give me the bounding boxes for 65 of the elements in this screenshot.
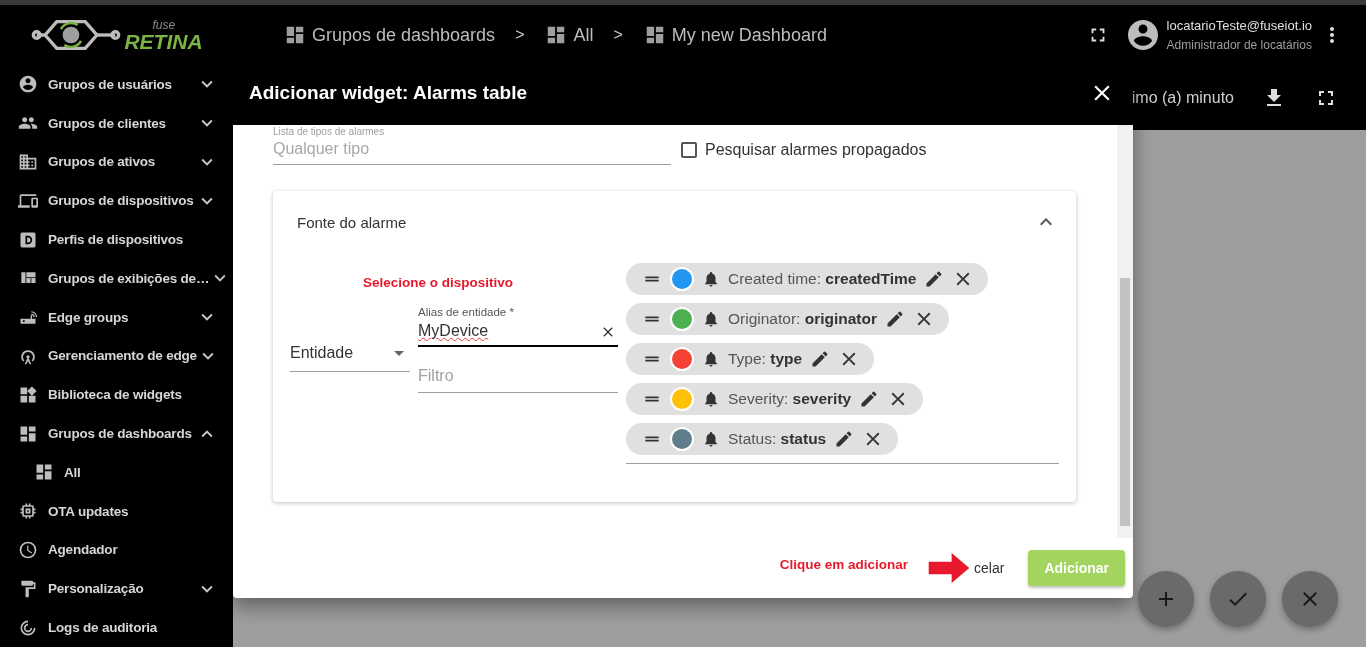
color-dot[interactable] xyxy=(670,347,694,371)
data-key-chip[interactable]: Type: type xyxy=(626,343,875,375)
scrollbar[interactable] xyxy=(1117,125,1133,538)
sidebar-item[interactable]: Perfis de dispositivos xyxy=(0,220,233,259)
sidebar-item[interactable]: OTA updates xyxy=(0,491,233,531)
bell-icon xyxy=(702,390,720,408)
dropdown-caret-icon xyxy=(394,350,404,356)
sidebar-item[interactable]: Grupos de usuários xyxy=(0,65,233,104)
sidebar-item[interactable]: Grupos de ativos xyxy=(0,142,233,182)
user-role: Administrador de locatários xyxy=(1166,38,1312,52)
checkbox-label[interactable]: Pesquisar alarmes propagados xyxy=(705,141,927,159)
logo-title: RETINA xyxy=(124,30,203,52)
breadcrumb-link[interactable]: My new Dashboard xyxy=(671,24,827,46)
arrow-icon xyxy=(928,553,971,583)
data-key-label: Status: status xyxy=(728,430,827,448)
widgets-icon xyxy=(18,384,38,405)
color-dot[interactable] xyxy=(670,307,694,331)
data-key-chip[interactable]: Originator: originator xyxy=(626,303,949,335)
sidebar-item[interactable]: Grupos de clientes xyxy=(0,103,233,143)
clock-icon xyxy=(18,539,38,560)
sidebar-item[interactable]: Grupos de dispositivos xyxy=(0,181,233,221)
dashboard-icon xyxy=(284,24,306,46)
data-key-label: Severity: severity xyxy=(728,390,852,408)
color-dot[interactable] xyxy=(670,387,694,411)
annotation-text: Clique em adicionar xyxy=(779,556,909,572)
sidebar-item[interactable]: Edge groups xyxy=(0,297,233,337)
color-dot[interactable] xyxy=(670,427,694,451)
card-title: Fonte do alarme xyxy=(297,213,408,231)
breadcrumb-link[interactable]: All xyxy=(573,24,594,46)
annotation-text: Selecione o dispositivo xyxy=(362,275,515,290)
data-key-label: Originator: originator xyxy=(728,310,877,328)
data-key-chip[interactable]: Severity: severity xyxy=(626,383,924,415)
paint-roller-icon xyxy=(18,578,38,599)
sidebar-item[interactable]: Grupos de dashboards xyxy=(0,414,233,453)
chip-icon xyxy=(18,501,38,522)
sidebar-item[interactable]: Gerenciamento de edge xyxy=(0,336,233,376)
data-key-chip[interactable]: Status: status xyxy=(626,423,899,455)
user-email: locatarioTeste@fuseiot.io xyxy=(1166,18,1312,33)
sidebar-item[interactable]: Logs de auditoria xyxy=(0,608,233,647)
sidebar-item[interactable]: All xyxy=(0,452,233,492)
color-dot[interactable] xyxy=(670,267,694,291)
sidebar-item[interactable]: Agendador xyxy=(0,530,233,570)
entity-type-select[interactable]: Entidade xyxy=(290,335,410,372)
building-icon xyxy=(18,152,38,172)
sidebar-item[interactable]: Grupos de exibições de… xyxy=(0,259,233,298)
entity-alias-field[interactable]: Alias de entidade * MyDevice xyxy=(418,306,618,347)
sidebar-item[interactable]: Biblioteca de widgets xyxy=(0,375,233,415)
dialog-title: Adicionar widget: Alarms table xyxy=(249,81,528,104)
bell-icon xyxy=(702,270,720,288)
bell-icon xyxy=(702,350,720,368)
dashboard-icon xyxy=(34,462,54,483)
data-key-chip[interactable]: Created time: createdTime xyxy=(626,263,989,295)
breadcrumb-separator: > xyxy=(515,26,525,44)
checkbox[interactable] xyxy=(681,142,697,158)
logo-subtitle: fuse xyxy=(151,18,177,31)
bell-icon xyxy=(702,310,720,328)
timewindow-text[interactable]: imo (a) minuto xyxy=(1131,88,1234,107)
data-key-label: Type: type xyxy=(728,350,803,368)
breadcrumb-separator: > xyxy=(613,26,623,44)
sidebar-item[interactable]: Personalização xyxy=(0,569,233,609)
cancel-button[interactable]: celar xyxy=(974,552,1029,584)
bell-icon xyxy=(702,430,720,448)
breadcrumb-link[interactable]: Grupos de dashboards xyxy=(312,24,496,46)
pencil-icon[interactable] xyxy=(885,309,905,329)
data-key-label: Created time: createdTime xyxy=(728,270,917,288)
